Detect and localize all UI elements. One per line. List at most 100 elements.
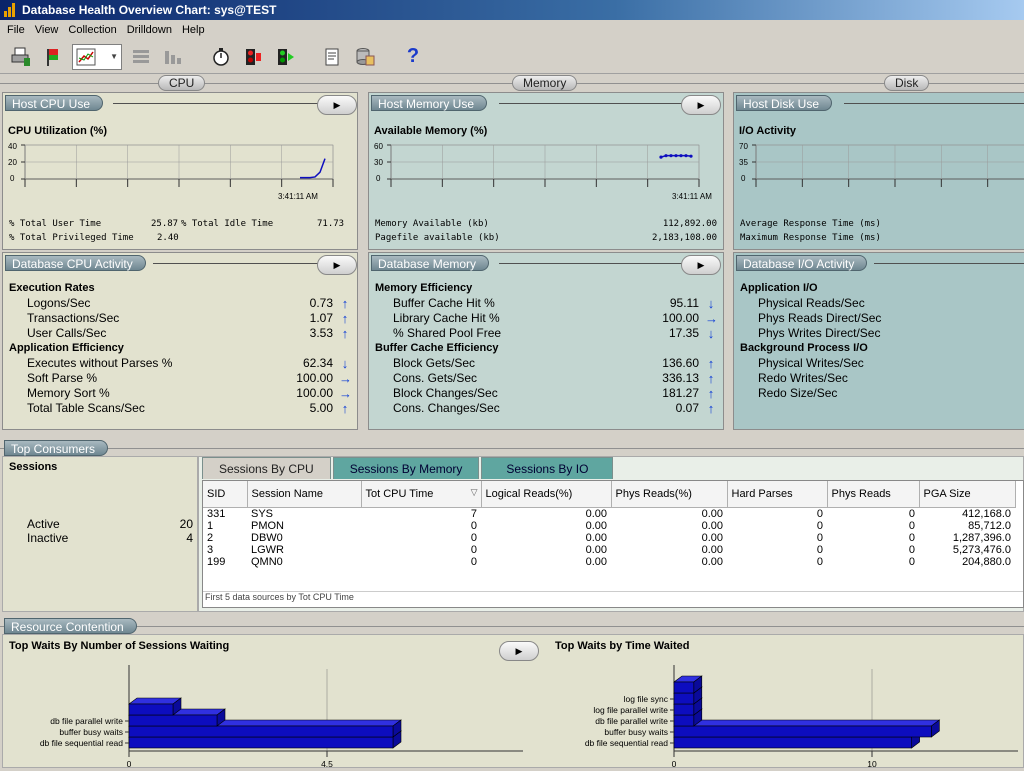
table-row[interactable]: 1PMON00.000.000085,712.0 [203,520,1015,532]
mem-time-label: 3:41:11 AM [672,192,712,201]
table-cell: LGWR [247,544,361,556]
metric-row: Phys Reads Direct/Sec [740,311,1024,326]
column-header[interactable]: Logical Reads(%) [481,481,611,507]
table-row[interactable]: 2DBW000.000.00001,287,396.0 [203,532,1015,544]
play-recording-icon[interactable] [272,44,298,70]
stop-recording-icon[interactable] [240,44,266,70]
trend-up-icon: ↑ [705,386,717,401]
bar [674,715,694,726]
bar-category-label: db file sequential read [585,738,668,748]
menu-drilldown[interactable]: Drilldown [122,24,177,36]
table-cell: 0.00 [611,507,727,520]
metric-label: Redo Size/Sec [758,386,837,401]
metric-row: Transactions/Sec1.07↑ [9,311,355,326]
table-row[interactable]: 331SYS70.000.0000412,168.0 [203,507,1015,520]
metric-group-heading: Memory Efficiency [375,281,721,296]
table-cell: 85,712.0 [919,520,1015,532]
table-cell: 0.00 [611,556,727,568]
app-bar-chart-icon [4,3,18,17]
bar [129,726,393,737]
table-cell: 0 [361,532,481,544]
metric-value: 100.00 [296,386,333,401]
table-cell: 0 [727,520,827,532]
table-cell: DBW0 [247,532,361,544]
db-cpu-drill-button[interactable]: ▶ [317,255,357,275]
chart-type-dropdown[interactable]: ▼ [72,44,122,70]
table-cell: QMN0 [247,556,361,568]
trend-down-icon: ↓ [705,326,717,341]
cpu-ytick-0: 0 [10,174,15,183]
stopwatch-icon[interactable] [208,44,234,70]
metric-label: Buffer Cache Hit % [393,296,495,311]
table-row[interactable]: 3LGWR00.000.00005,273,476.0 [203,544,1015,556]
menu-bar: File View Collection Drilldown Help [0,20,1024,40]
menu-collection[interactable]: Collection [63,24,121,36]
print-icon[interactable] [8,44,34,70]
report-icon[interactable] [320,44,346,70]
memory-available-value: 112,892.00 [643,219,717,229]
list-view-icon[interactable] [128,44,154,70]
host-memory-drill-button[interactable]: ▶ [681,95,721,115]
column-header[interactable]: PGA Size [919,481,1015,507]
menu-file[interactable]: File [2,24,30,36]
bar [129,704,173,715]
help-icon[interactable]: ? [400,44,426,70]
column-header[interactable]: Hard Parses [727,481,827,507]
table-row[interactable]: 199QMN000.000.0000204,880.0 [203,556,1015,568]
table-cell: 0 [361,520,481,532]
metric-value: 5.00 [310,401,333,416]
trend-up-icon: ↑ [339,401,351,416]
bar-top [674,720,939,726]
column-header[interactable]: Phys Reads(%) [611,481,727,507]
pagefile-available-value: 2,183,108.00 [633,233,717,243]
db-memory-drill-button[interactable]: ▶ [681,255,721,275]
menu-view[interactable]: View [30,24,64,36]
menu-help[interactable]: Help [177,24,210,36]
metric-label: Total Table Scans/Sec [27,401,145,416]
disk-ytick-70: 70 [739,142,748,151]
cpu-user-time-label: % Total User Time [9,219,101,229]
column-header[interactable]: SID [203,481,247,507]
disk-chart-title: I/O Activity [739,125,796,137]
db-io-metrics: Application I/OPhysical Reads/SecPhys Re… [740,281,1024,401]
metric-row: Executes without Parses %62.34↓ [9,356,355,371]
column-header[interactable]: Tot CPU Time▽ [361,481,481,507]
play-arrow-icon: ▶ [334,100,341,111]
metric-label: Executes without Parses % [27,356,172,371]
pagefile-available-label: Pagefile available (kb) [375,233,500,243]
data-point [659,156,662,159]
host-cpu-drill-button[interactable]: ▶ [317,95,357,115]
tab-sessions-by-cpu[interactable]: Sessions By CPU [202,457,331,479]
column-header[interactable]: Phys Reads [827,481,919,507]
window-title-bar[interactable]: Database Health Overview Chart: sys@TEST [0,0,1024,20]
table-cell: 0.00 [611,520,727,532]
bar-category-label: db file parallel write [50,716,123,726]
flag-icon[interactable] [40,44,66,70]
database-icon[interactable] [352,44,378,70]
table-cell: SYS [247,507,361,520]
top-waits-time-title: Top Waits by Time Waited [555,640,689,652]
db-io-panel: Database I/O Activity Application I/OPhy… [733,252,1024,430]
trend-up-icon: ↑ [339,311,351,326]
line-chart-icon [76,48,96,66]
metric-row: Total Table Scans/Sec 5.00 ↑ [9,401,355,416]
table-cell: 0 [727,556,827,568]
data-point [664,154,667,157]
toolbar: ▼ ? [0,40,1024,74]
tab-sessions-by-io[interactable]: Sessions By IO [481,457,613,479]
metric-row: User Calls/Sec3.53↑ [9,326,355,341]
metric-value: 95.11 [670,296,699,311]
host-disk-title: Host Disk Use [736,95,832,111]
column-header[interactable]: Session Name [247,481,361,507]
mem-ytick-0: 0 [376,174,381,183]
metric-row: % Shared Pool Free17.35↓ [375,326,721,341]
metric-label: Block Changes/Sec [393,386,498,401]
trend-right-icon: → [339,371,351,386]
resource-contention-drill-button[interactable]: ▶ [499,641,539,661]
bar-view-icon[interactable] [160,44,186,70]
table-cell: 3 [203,544,247,556]
tab-sessions-by-memory[interactable]: Sessions By Memory [333,457,480,479]
bar [674,737,912,748]
metric-label: Phys Reads Direct/Sec [758,311,881,326]
table-cell: 0.00 [481,507,611,520]
